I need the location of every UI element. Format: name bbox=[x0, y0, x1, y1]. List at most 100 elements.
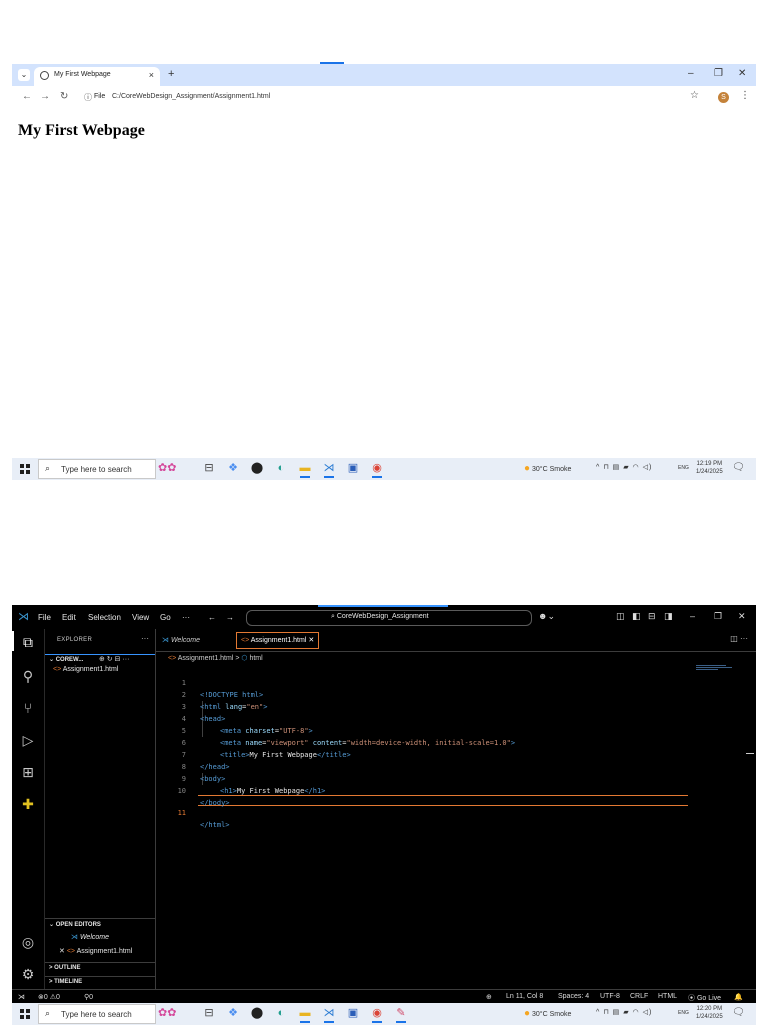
code-line[interactable]: 11 </html> bbox=[156, 795, 230, 829]
back-icon[interactable]: ← bbox=[22, 91, 32, 102]
minimize-icon[interactable]: – bbox=[690, 611, 695, 621]
menu-selection[interactable]: Selection bbox=[88, 613, 121, 622]
task-view-icon[interactable]: ⊟ bbox=[202, 461, 216, 475]
source-control-icon[interactable]: ⑂ bbox=[19, 699, 37, 717]
reload-icon[interactable]: ↻ bbox=[60, 91, 68, 102]
bell-icon[interactable]: 🔔 bbox=[734, 993, 743, 1001]
forward-icon[interactable]: → bbox=[40, 91, 50, 102]
problems-indicator[interactable]: ⊗0 ⚠0 bbox=[38, 993, 60, 1001]
language-indicator[interactable]: ENG bbox=[678, 465, 689, 471]
new-tab-button[interactable]: + bbox=[168, 68, 174, 80]
close-window-icon[interactable]: ✕ bbox=[738, 611, 746, 622]
folder-section[interactable]: ⌄ COREW... ⊕ ↻ ⊟ ··· bbox=[45, 654, 155, 665]
copilot-icon[interactable]: ☻⌄ bbox=[538, 611, 555, 622]
store-icon[interactable]: ▣ bbox=[346, 1006, 360, 1020]
code-line[interactable]: 1 <!DOCTYPE html> bbox=[156, 665, 263, 699]
folder-actions-icons[interactable]: ⊕ ↻ ⊟ ··· bbox=[99, 655, 129, 663]
notification-icon[interactable]: 🗨 bbox=[732, 462, 745, 473]
zoom-icon[interactable]: ⊕ bbox=[486, 993, 492, 1001]
code-line[interactable]: 2 <html lang="en"> bbox=[156, 677, 268, 711]
outline-section[interactable]: > OUTLINE bbox=[45, 962, 155, 975]
account-icon[interactable]: ◎ bbox=[19, 933, 37, 951]
cursor-position[interactable]: Ln 11, Col 8 bbox=[506, 993, 543, 1000]
file-explorer-icon[interactable]: ▬ bbox=[298, 461, 312, 478]
open-editor-file[interactable]: ✕ <> Assignment1.html bbox=[59, 947, 132, 955]
windows-start-icon[interactable] bbox=[20, 464, 30, 474]
menu-edit[interactable]: Edit bbox=[62, 613, 76, 622]
code-line[interactable]: 3 <head> bbox=[156, 689, 226, 723]
language-mode[interactable]: HTML bbox=[658, 993, 677, 1000]
code-line[interactable]: 8 <body> bbox=[156, 749, 226, 783]
toggle-sidebar-icon[interactable]: ◧ bbox=[632, 611, 641, 622]
menu-more[interactable]: ··· bbox=[182, 613, 190, 622]
edge-icon[interactable]: ◐ bbox=[274, 1006, 288, 1020]
weather-widget[interactable]: ● 30°C Smoke bbox=[524, 463, 571, 474]
close-icon[interactable]: ✕ bbox=[59, 948, 65, 955]
notification-icon[interactable]: 🗨 bbox=[732, 1007, 745, 1018]
media-player-icon[interactable]: ⬤ bbox=[250, 1006, 264, 1020]
go-live-button[interactable]: ⦿ Go Live bbox=[688, 993, 721, 1003]
edge-icon[interactable]: ◐ bbox=[274, 461, 288, 475]
info-icon[interactable]: ⓘ bbox=[84, 92, 92, 103]
code-editor[interactable]: 1 <!DOCTYPE html> 2 <html lang="en"> 3 <… bbox=[156, 663, 756, 989]
system-tray-icons[interactable]: ^ ⊓ ▤ ▰ ◠ ◁) bbox=[596, 463, 652, 471]
toggle-panel-icon[interactable]: ⊟ bbox=[648, 611, 656, 622]
close-tab-button[interactable]: × bbox=[149, 70, 154, 80]
encoding[interactable]: UTF-8 bbox=[600, 993, 620, 1000]
code-line[interactable]: 5 <meta name="viewport" content="width=d… bbox=[156, 713, 515, 747]
taskbar-search[interactable]: ⌕ Type here to search bbox=[38, 459, 156, 479]
paint-icon[interactable]: ✎ bbox=[394, 1006, 408, 1023]
vscode-taskbar-icon[interactable]: ⋊ bbox=[322, 461, 336, 478]
toggle-secondary-sidebar-icon[interactable]: ◨ bbox=[664, 611, 673, 622]
open-editor-welcome[interactable]: ⋊ Welcome bbox=[71, 933, 109, 941]
run-debug-icon[interactable]: ▷ bbox=[19, 731, 37, 749]
chrome-taskbar-icon[interactable]: ◉ bbox=[370, 1006, 384, 1023]
close-window-icon[interactable]: ✕ bbox=[738, 68, 746, 79]
breadcrumb-node[interactable]: html bbox=[249, 655, 262, 662]
code-line[interactable]: 6 <title>My First Webpage</title> bbox=[156, 725, 351, 759]
timeline-section[interactable]: > TIMELINE bbox=[45, 976, 155, 989]
close-icon[interactable]: ✕ bbox=[308, 637, 314, 644]
file-explorer-icon[interactable]: ▬ bbox=[298, 1006, 312, 1023]
menu-go[interactable]: Go bbox=[160, 613, 171, 622]
indentation[interactable]: Spaces: 4 bbox=[558, 993, 589, 1000]
avatar[interactable]: S bbox=[718, 92, 729, 103]
tab-assignment1[interactable]: <> Assignment1.html ✕ bbox=[236, 632, 320, 649]
code-line[interactable]: 7 </head> bbox=[156, 737, 230, 771]
address-bar[interactable]: ⓘ File C:/CoreWebDesign_Assignment/Assig… bbox=[80, 90, 680, 106]
line-ending[interactable]: CRLF bbox=[630, 993, 648, 1000]
system-tray-icons[interactable]: ^ ⊓ ▤ ▰ ◠ ◁) bbox=[596, 1008, 652, 1016]
ports-indicator[interactable]: ⚲0 bbox=[84, 993, 93, 1001]
toggle-primary-sidebar-icon[interactable]: ◫ bbox=[616, 611, 625, 622]
open-editors-section[interactable]: ⌄ OPEN EDITORS bbox=[45, 918, 155, 929]
breadcrumb-file[interactable]: Assignment1.html bbox=[178, 655, 234, 662]
tab-welcome[interactable]: ⋊ Welcome bbox=[162, 632, 200, 649]
weather-widget[interactable]: ● 30°C Smoke bbox=[524, 1008, 571, 1019]
remote-icon[interactable]: ⋊ bbox=[18, 993, 25, 1001]
windows-start-icon[interactable] bbox=[20, 1009, 30, 1019]
kebab-icon[interactable]: ⋮ bbox=[740, 90, 750, 101]
clock[interactable]: 12:19 PM 1/24/2025 bbox=[696, 460, 723, 476]
store-icon[interactable]: ▣ bbox=[346, 461, 360, 475]
taskbar-search[interactable]: ⌕ Type here to search bbox=[38, 1004, 156, 1024]
photos-icon[interactable]: ❖ bbox=[226, 1006, 240, 1020]
menu-file[interactable]: File bbox=[38, 613, 51, 622]
restore-icon[interactable]: ❐ bbox=[714, 68, 723, 79]
url-text[interactable]: C:/CoreWebDesign_Assignment/Assignment1.… bbox=[112, 93, 270, 100]
tab-menu-icon[interactable]: ⌄ bbox=[18, 69, 30, 81]
widgets-icon[interactable]: ✿✿ bbox=[158, 461, 192, 477]
python-icon[interactable]: ✚ bbox=[19, 795, 37, 813]
minimap[interactable] bbox=[696, 665, 736, 675]
more-actions-icon[interactable]: ··· bbox=[141, 634, 149, 643]
chrome-taskbar-icon[interactable]: ◉ bbox=[370, 461, 384, 478]
menu-view[interactable]: View bbox=[132, 613, 149, 622]
code-line[interactable]: 10 </body> bbox=[156, 773, 230, 807]
nav-back-icon[interactable]: ← bbox=[208, 613, 216, 622]
browser-tab[interactable]: My First Webpage × bbox=[34, 67, 160, 86]
explorer-icon[interactable]: ⧉ bbox=[19, 633, 37, 651]
editor-actions-icons[interactable]: ◫ ··· bbox=[730, 634, 748, 643]
task-view-icon[interactable]: ⊟ bbox=[202, 1006, 216, 1020]
photos-icon[interactable]: ❖ bbox=[226, 461, 240, 475]
code-line[interactable]: 9 <h1>My First Webpage</h1> bbox=[156, 761, 326, 795]
file-tree-item[interactable]: <> Assignment1.html bbox=[53, 666, 118, 673]
